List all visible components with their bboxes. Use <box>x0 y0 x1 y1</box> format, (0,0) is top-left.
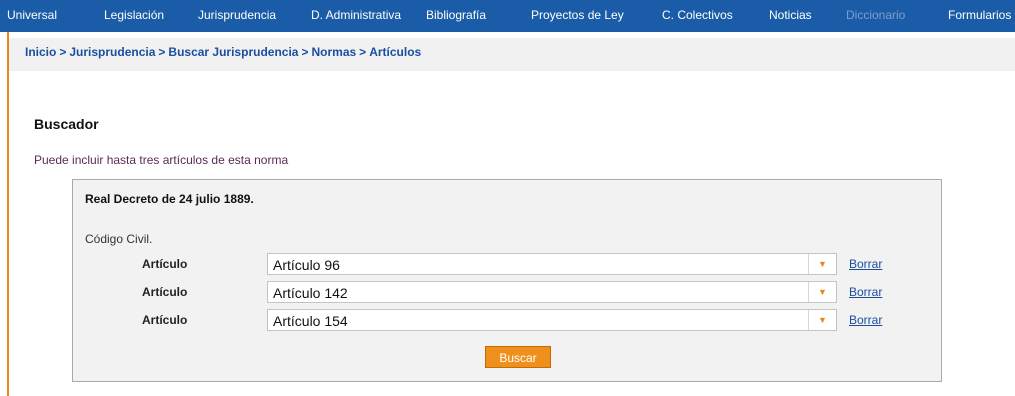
delete-article-link[interactable]: Borrar <box>849 313 882 327</box>
nav-item-legislacion[interactable]: Legislación <box>104 0 164 32</box>
breadcrumb-separator: > <box>359 45 367 59</box>
top-navigation: Universal Legislación Jurisprudencia D. … <box>0 0 1015 32</box>
breadcrumb-link-buscar-jurisprudencia[interactable]: Buscar Jurisprudencia <box>168 45 298 59</box>
article-row: Artículo Artículo 96 ▼ Borrar <box>73 253 941 277</box>
chevron-down-icon[interactable]: ▼ <box>808 282 836 302</box>
breadcrumb-link-jurisprudencia[interactable]: Jurisprudencia <box>69 45 155 59</box>
article-select[interactable]: Artículo 96 ▼ <box>267 253 837 275</box>
article-select-value: Artículo 96 <box>273 257 340 273</box>
article-select-value: Artículo 154 <box>273 313 348 329</box>
breadcrumb-link-normas[interactable]: Normas <box>311 45 356 59</box>
breadcrumb: Inicio > Jurisprudencia > Buscar Jurispruden… <box>25 38 421 66</box>
article-row: Artículo Artículo 154 ▼ Borrar <box>73 309 941 333</box>
nav-item-jurisprudencia[interactable]: Jurisprudencia <box>198 0 276 32</box>
breadcrumb-separator: > <box>301 45 309 59</box>
breadcrumb-link-inicio[interactable]: Inicio <box>25 45 56 59</box>
breadcrumb-bar: Inicio > Jurisprudencia > Buscar Jurispruden… <box>9 38 1015 71</box>
nav-item-c-colectivos[interactable]: C. Colectivos <box>662 0 733 32</box>
breadcrumb-separator: > <box>158 45 166 59</box>
nav-item-diccionario: Diccionario <box>846 8 906 22</box>
article-label: Artículo <box>142 285 188 299</box>
search-panel: Real Decreto de 24 julio 1889. Código Ci… <box>72 179 942 382</box>
article-row: Artículo Artículo 142 ▼ Borrar <box>73 281 941 305</box>
article-select-value: Artículo 142 <box>273 285 348 301</box>
article-label: Artículo <box>142 313 188 327</box>
article-select[interactable]: Artículo 142 ▼ <box>267 281 837 303</box>
delete-article-link[interactable]: Borrar <box>849 257 882 271</box>
norma-title: Real Decreto de 24 julio 1889. <box>85 192 254 206</box>
delete-article-link[interactable]: Borrar <box>849 285 882 299</box>
article-select[interactable]: Artículo 154 ▼ <box>267 309 837 331</box>
nav-item-bibliografia[interactable]: Bibliografía <box>426 0 486 32</box>
page-title: Buscador <box>34 116 99 132</box>
nav-item-d-administrativa[interactable]: D. Administrativa <box>311 0 401 32</box>
breadcrumb-separator: > <box>59 45 67 59</box>
search-hint-text: Puede incluir hasta tres artículos de es… <box>34 153 289 167</box>
nav-item-universal[interactable]: Universal <box>7 0 57 32</box>
code-name: Código Civil. <box>85 232 153 246</box>
nav-item-noticias[interactable]: Noticias <box>769 0 812 32</box>
nav-item-formularios[interactable]: Formularios <box>948 0 1011 32</box>
search-button[interactable]: Buscar <box>485 346 551 368</box>
breadcrumb-current-articulos: Artículos <box>369 45 422 59</box>
chevron-down-icon[interactable]: ▼ <box>808 310 836 330</box>
article-label: Artículo <box>142 257 188 271</box>
nav-item-proyectos-de-ley[interactable]: Proyectos de Ley <box>531 0 624 32</box>
chevron-down-icon[interactable]: ▼ <box>808 254 836 274</box>
